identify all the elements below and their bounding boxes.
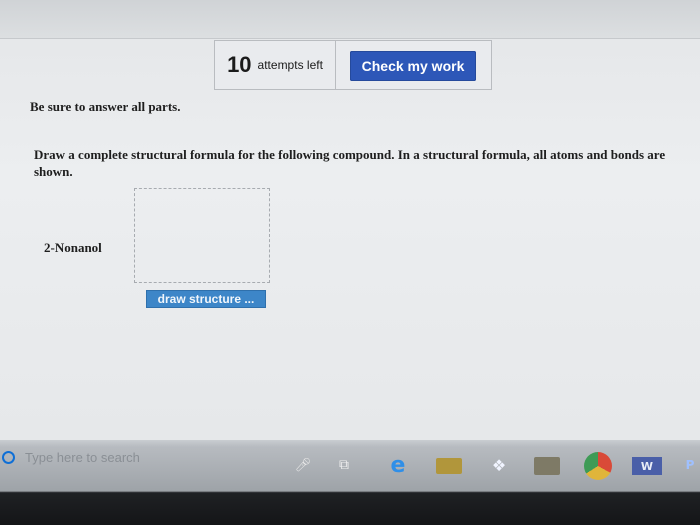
powerpoint-icon[interactable]: P: [680, 454, 700, 476]
browser-page: 10 attempts left Check my work Be sure t…: [0, 0, 700, 440]
attempts-label: attempts left: [257, 58, 323, 72]
taskbar-search[interactable]: Type here to search: [0, 443, 300, 471]
compound-name: 2-Nonanol: [44, 240, 102, 255]
file-explorer-icon[interactable]: [436, 458, 462, 474]
check-my-work-button[interactable]: Check my work: [350, 51, 476, 81]
instruction-note: Be sure to answer all parts.: [30, 99, 181, 114]
draw-structure-button[interactable]: draw structure ...: [146, 290, 266, 308]
top-strip: [0, 0, 700, 39]
store-icon[interactable]: [534, 457, 560, 475]
word-icon[interactable]: W: [632, 457, 662, 475]
cortana-icon[interactable]: [2, 450, 15, 464]
structure-drawing-area[interactable]: [134, 188, 270, 283]
question-text: Draw a complete structural formula for t…: [34, 147, 666, 179]
microphone-icon[interactable]: 🎤︎: [295, 454, 312, 476]
search-placeholder[interactable]: Type here to search: [25, 450, 140, 465]
edge-browser-icon[interactable]: e: [384, 453, 412, 478]
dropbox-icon[interactable]: ❖: [486, 454, 512, 476]
attempts-count: 10: [227, 52, 252, 77]
assessment-toolbar: 10 attempts left Check my work: [214, 40, 492, 90]
attempts-counter: 10 attempts left: [215, 41, 336, 89]
task-view-icon[interactable]: ⧉: [333, 454, 355, 476]
chrome-icon[interactable]: [584, 452, 612, 480]
